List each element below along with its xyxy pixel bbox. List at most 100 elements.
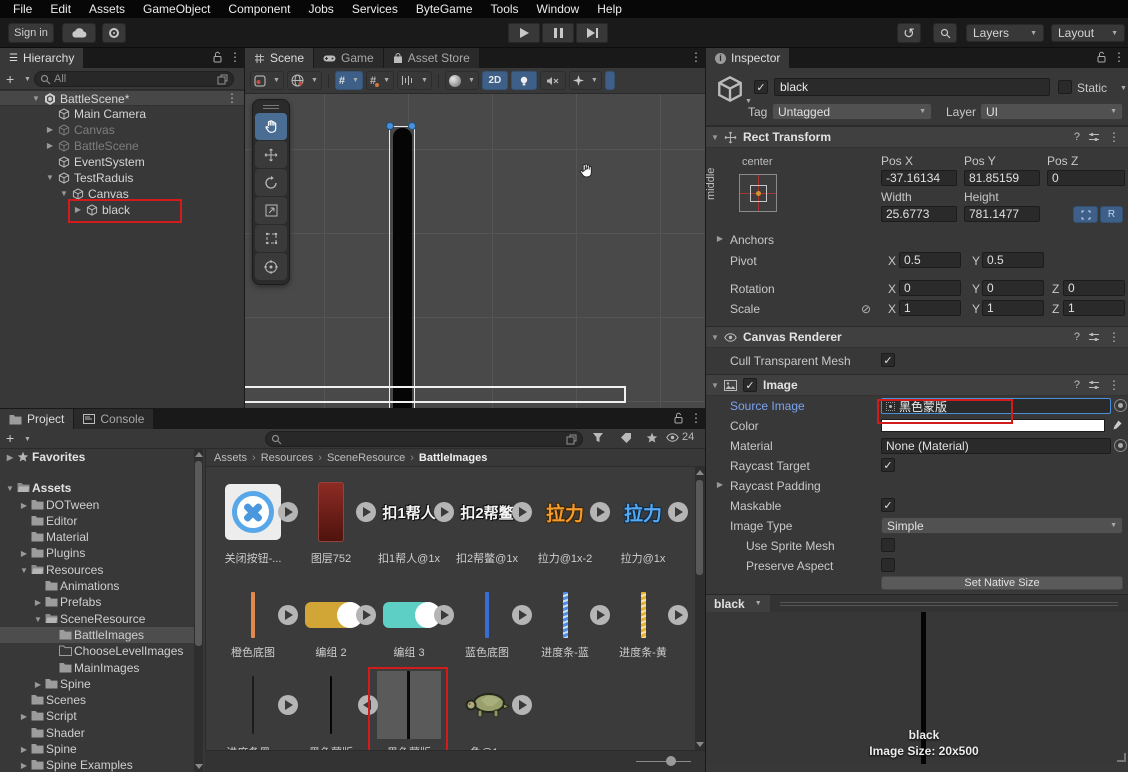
asset-item-1-1x[interactable]: 扣1帮人扣1帮人@1x <box>370 477 448 566</box>
collab-icon[interactable] <box>102 23 126 43</box>
project-folder-sceneresource[interactable]: ▼SceneResource <box>0 611 194 627</box>
asset-item-1x[interactable]: 拉力拉力@1x <box>604 477 682 566</box>
kebab-menu-icon[interactable]: ⋮ <box>226 92 238 104</box>
breadcrumb-battleimages[interactable]: BattleImages <box>419 452 487 464</box>
hierarchy-item-eventsystem[interactable]: EventSystem <box>0 154 244 170</box>
presets-icon[interactable] <box>1088 380 1100 390</box>
tab-project[interactable]: Project <box>0 409 73 429</box>
sign-in-button[interactable]: Sign in <box>8 23 54 43</box>
sprite-expand-right-icon[interactable] <box>590 502 610 522</box>
raycast-target-checkbox[interactable]: ✓ <box>881 458 895 472</box>
effects-dropdown[interactable]: ▼ <box>569 71 602 90</box>
asset-thumb-area[interactable] <box>526 589 604 641</box>
width-field[interactable]: 25.6773 <box>881 206 957 222</box>
project-folder-editor[interactable]: Editor <box>0 513 194 529</box>
hand-tool-button[interactable] <box>255 113 287 140</box>
image-enabled-checkbox[interactable]: ✓ <box>743 378 757 392</box>
sprite-expand-right-icon[interactable] <box>278 695 298 715</box>
layout-dropdown[interactable]: Layout▼ <box>1051 24 1125 42</box>
kebab-menu-icon[interactable]: ⋮ <box>229 51 241 63</box>
foldout-arrow[interactable]: ▼ <box>32 612 44 628</box>
search-by-type-icon[interactable] <box>592 432 604 443</box>
help-icon[interactable]: ? <box>1074 379 1080 391</box>
create-asset-button[interactable]: + <box>6 430 14 446</box>
hierarchy-search-input[interactable]: All <box>34 71 234 87</box>
asset-thumb-area[interactable]: 扣1帮人 <box>370 477 448 547</box>
project-folder-animations[interactable]: Animations <box>0 578 194 594</box>
asset-thumb-area[interactable] <box>214 669 292 741</box>
eyedropper-icon[interactable] <box>1111 419 1123 431</box>
foldout-arrow[interactable]: ▼ <box>4 481 16 497</box>
lock-icon[interactable] <box>1096 51 1107 63</box>
object-picker-icon[interactable] <box>1114 399 1127 412</box>
palette-drag-handle[interactable] <box>255 103 287 111</box>
hierarchy-item-canvas[interactable]: ▶Canvas <box>0 122 244 138</box>
asset-item-2[interactable]: 编组 2 <box>292 589 370 660</box>
active-checkbox[interactable]: ✓ <box>754 80 768 94</box>
static-checkbox[interactable] <box>1058 80 1072 94</box>
sprite-expand-right-icon[interactable] <box>356 502 376 522</box>
search-by-label-icon[interactable] <box>620 432 632 443</box>
foldout-arrow[interactable]: ▶ <box>32 677 44 693</box>
project-folder-spine[interactable]: ▶Spine <box>0 741 194 757</box>
asset-item-1x-2[interactable]: 拉力拉力@1x-2 <box>526 477 604 566</box>
material-field[interactable]: None (Material) <box>881 438 1111 454</box>
asset-thumb-area[interactable]: 拉力 <box>604 477 682 547</box>
menu-services[interactable]: Services <box>343 1 407 17</box>
gizmos-toggle-clipped[interactable] <box>605 71 615 90</box>
foldout-arrow[interactable]: ▶ <box>18 546 30 562</box>
foldout-arrow[interactable]: ▶ <box>4 450 16 466</box>
2d-toggle[interactable]: 2D <box>482 71 508 90</box>
blueprint-mode-button[interactable] <box>1073 206 1098 223</box>
favorite-star-icon[interactable] <box>646 432 658 444</box>
scroll-down-icon[interactable] <box>195 764 203 769</box>
source-image-field[interactable]: 黑色蒙版 <box>881 398 1111 414</box>
project-folder-favorites[interactable]: ▶Favorites <box>0 449 194 465</box>
image-header[interactable]: ▼ ✓ Image ? ⋮ <box>706 374 1128 396</box>
project-folder-spine[interactable]: ▶Spine <box>0 676 194 692</box>
project-folder-assets[interactable]: ▼Assets <box>0 480 194 496</box>
foldout-arrow[interactable]: ▶ <box>18 498 30 514</box>
asset-thumb-area[interactable] <box>448 589 526 641</box>
layers-dropdown[interactable]: Layers▼ <box>966 24 1044 42</box>
pos-y-field[interactable]: 81.85159 <box>964 170 1040 186</box>
project-search-input[interactable] <box>265 431 583 447</box>
foldout-arrow[interactable]: ▶ <box>44 138 56 154</box>
foldout-arrow[interactable]: ▼ <box>706 381 724 390</box>
project-folder-script[interactable]: ▶Script <box>0 708 194 724</box>
foldout-arrow[interactable]: ▶ <box>714 480 726 489</box>
sprite-expand-right-icon[interactable] <box>356 605 376 625</box>
hidden-count-indicator[interactable]: 24 <box>666 431 694 443</box>
move-tool-button[interactable] <box>255 141 287 168</box>
increment-snap-dropdown[interactable]: #▼ <box>366 71 394 90</box>
rotation-y-field[interactable]: 0 <box>982 280 1044 296</box>
menu-jobs[interactable]: Jobs <box>299 1 342 17</box>
asset-thumb-area[interactable] <box>214 477 292 547</box>
preview-object-dropdown[interactable]: black▼ <box>706 595 770 613</box>
project-folder-resources[interactable]: ▼Resources <box>0 562 194 578</box>
set-native-size-button[interactable]: Set Native Size <box>881 576 1123 590</box>
use-sprite-mesh-checkbox[interactable] <box>881 538 895 552</box>
rect-handle-top-right[interactable] <box>408 122 416 130</box>
sprite-expand-right-icon[interactable] <box>512 605 532 625</box>
scrollbar-thumb[interactable] <box>195 461 202 646</box>
project-folder-plugins[interactable]: ▶Plugins <box>0 545 194 561</box>
lighting-toggle[interactable] <box>511 71 537 90</box>
asset-item-item[interactable]: 进度条-黄 <box>604 589 682 660</box>
sprite-expand-left-icon[interactable] <box>358 695 378 715</box>
sprite-expand-right-icon[interactable] <box>278 502 298 522</box>
asset-thumb-area[interactable] <box>370 669 448 741</box>
kebab-menu-icon[interactable]: ⋮ <box>690 412 702 424</box>
foldout-arrow[interactable]: ▼ <box>706 133 724 142</box>
tree-scrollbar[interactable] <box>194 449 203 772</box>
breadcrumb-resources[interactable]: Resources <box>261 452 314 464</box>
scale-x-field[interactable]: 1 <box>899 300 961 316</box>
asset-thumb-area[interactable] <box>292 477 370 547</box>
foldout-arrow[interactable]: ▶ <box>18 742 30 758</box>
cloud-icon[interactable] <box>62 23 96 43</box>
project-folder-material[interactable]: Material <box>0 529 194 545</box>
project-folder-prefabs[interactable]: ▶Prefabs <box>0 594 194 610</box>
draw-mode-dropdown[interactable]: ▼ <box>250 71 284 90</box>
cull-transparent-mesh-checkbox[interactable]: ✓ <box>881 353 895 367</box>
scale-z-field[interactable]: 1 <box>1063 300 1125 316</box>
